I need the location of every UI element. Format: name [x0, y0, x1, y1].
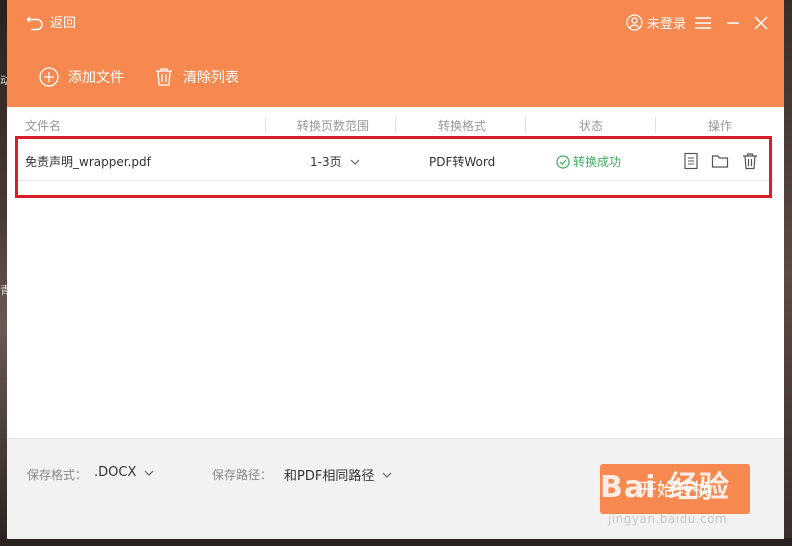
column-divider: [525, 117, 526, 133]
login-button[interactable]: 未登录: [626, 13, 686, 32]
column-divider: [265, 117, 266, 133]
menu-icon: [695, 17, 711, 29]
table-header: 文件名 转换页数范围 转换格式 状态 操作: [7, 107, 784, 140]
chevron-down-icon: [350, 159, 360, 165]
back-button[interactable]: 返回: [26, 12, 76, 31]
background-photo-bottom: [0, 538, 792, 546]
save-format-value: .DOCX: [94, 465, 137, 480]
delete-row-button[interactable]: [741, 152, 759, 170]
clear-list-label: 清除列表: [183, 70, 239, 86]
check-circle-icon: [556, 154, 570, 169]
open-folder-button[interactable]: [711, 152, 729, 170]
close-icon: [754, 16, 768, 30]
document-icon: [684, 152, 698, 170]
page-range-dropdown[interactable]: 1-3页: [310, 153, 360, 170]
user-icon: [626, 14, 643, 31]
column-header-actions: 操作: [708, 119, 733, 133]
column-header-filename: 文件名: [25, 119, 62, 133]
status-badge: 转换成功: [556, 153, 621, 170]
watermark-url: jingyan.baidu.com: [608, 512, 728, 526]
status-text: 转换成功: [573, 155, 622, 169]
add-icon: [39, 67, 59, 87]
save-path-label: 保存路径：: [212, 468, 273, 482]
column-header-format: 转换格式: [438, 119, 487, 133]
page-range-value: 1-3页: [310, 155, 342, 169]
minimize-button[interactable]: [723, 13, 743, 33]
view-document-button[interactable]: [682, 152, 700, 170]
background-photo-right: [784, 0, 792, 546]
column-header-page-range: 转换页数范围: [297, 119, 370, 133]
chevron-down-icon: [382, 472, 392, 478]
column-divider: [395, 117, 396, 133]
minimize-icon: [727, 22, 739, 24]
trash-icon: [743, 153, 757, 170]
back-arrow-icon: [26, 15, 43, 30]
save-format-dropdown[interactable]: .DOCX: [94, 465, 154, 480]
menu-button[interactable]: [693, 13, 713, 33]
back-label: 返回: [50, 16, 77, 31]
trash-icon: [156, 68, 172, 86]
format-cell: PDF转Word: [429, 155, 496, 169]
column-divider: [655, 117, 656, 133]
clear-list-button[interactable]: 清除列表: [154, 67, 239, 87]
save-path-dropdown[interactable]: 和PDF相同路径: [284, 465, 392, 484]
filename-cell: 免责声明_wrapper.pdf: [25, 155, 151, 169]
chevron-down-icon: [144, 470, 154, 476]
folder-icon: [711, 155, 729, 168]
add-file-button[interactable]: 添加文件: [39, 67, 124, 87]
save-format-label: 保存格式：: [27, 468, 88, 482]
converter-window: 返回 未登录 添加文件 清除列表 文件名 转换页数范围 转换格式 状态 操作 免…: [7, 0, 784, 539]
login-label: 未登录: [647, 17, 687, 32]
add-file-label: 添加文件: [68, 70, 124, 86]
close-button[interactable]: [751, 13, 771, 33]
column-header-status: 状态: [579, 119, 604, 133]
save-path-value: 和PDF相同路径: [284, 469, 375, 484]
title-bar: 返回 未登录 添加文件 清除列表: [7, 0, 784, 107]
watermark-logo: Bai 经验: [600, 470, 730, 505]
table-row[interactable]: 免责声明_wrapper.pdf 1-3页 PDF转Word 转换成功: [14, 142, 774, 181]
